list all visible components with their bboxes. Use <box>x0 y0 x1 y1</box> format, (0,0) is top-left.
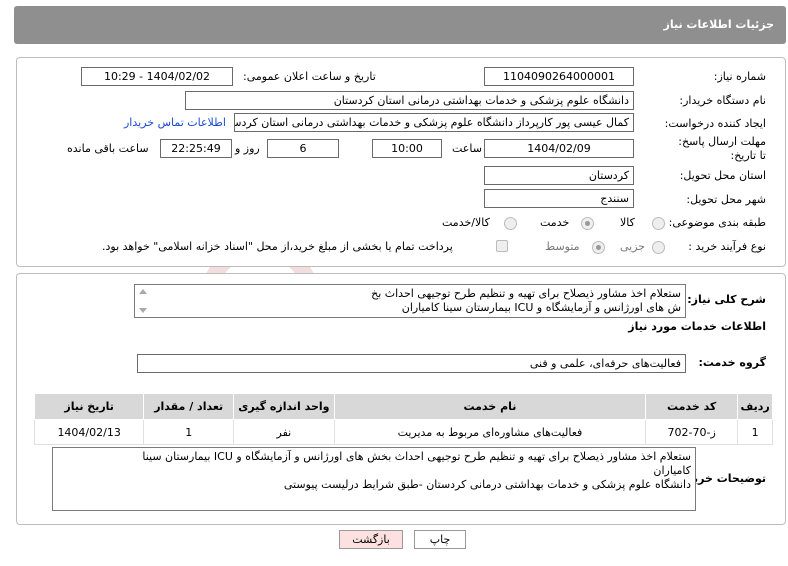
deadline-label: مهلت ارسال پاسخ: تا تاریخ: <box>678 135 766 162</box>
buyer-contact-link[interactable]: اطلاعات تماس خریدار <box>124 116 226 129</box>
services-table: ردیف کد خدمت نام خدمت واحد اندازه گیری ت… <box>33 393 773 445</box>
back-button[interactable]: بازگشت <box>339 530 403 549</box>
scroll-arrows-icon[interactable] <box>137 287 149 315</box>
deadline-time-field: 10:00 <box>372 139 442 158</box>
category-option-service: خدمت <box>540 216 570 229</box>
category-option-goods: کالا <box>620 216 635 229</box>
days-field: 6 <box>267 139 339 158</box>
need-number-field: 1104090264000001 <box>484 67 634 86</box>
creator-label: ایجاد کننده درخواست: <box>664 117 766 130</box>
treasury-note: پرداخت تمام یا بخشی از مبلغ خرید،از محل … <box>102 240 453 253</box>
service-group-label: گروه خدمت: <box>698 356 766 369</box>
province-label: استان محل تحویل: <box>679 169 766 182</box>
buyer-notes-line-1: ستعلام اخذ مشاور ذیصلاح برای تهیه و تنظی… <box>142 450 691 463</box>
buyer-notes-line-3: دانشگاه علوم پزشکی و خدمات بهداشتی درمان… <box>283 478 691 491</box>
cell-date: 1404/02/13 <box>33 419 145 445</box>
remaining-label: ساعت باقی مانده <box>67 142 149 155</box>
cell-unit: نفر <box>233 419 335 445</box>
col-date: تاریخ نیاز <box>33 393 145 420</box>
deadline-date-field: 1404/02/09 <box>484 139 634 158</box>
col-qty: تعداد / مقدار <box>143 393 235 420</box>
buyer-notes-line-2: کامیاران <box>653 464 691 477</box>
need-details-page: AriaTender.net جزئیات اطلاعات نیاز شماره… <box>0 0 788 566</box>
table-row: 1 ز-70-702 فعالیت‌های مشاوره‌ای مربوط به… <box>33 419 773 445</box>
process-radio-medium[interactable] <box>592 241 605 254</box>
creator-field: کمال عیسی پور کارپرداز دانشگاه علوم پزشک… <box>234 113 634 132</box>
summary-textarea[interactable]: ستعلام اخذ مشاور ذیصلاح برای تهیه و تنظی… <box>134 284 686 318</box>
print-button[interactable]: چاپ <box>414 530 466 549</box>
buyer-org-field: دانشگاه علوم پزشکی و خدمات بهداشتی درمان… <box>185 91 634 110</box>
announce-label: تاریخ و ساعت اعلان عمومی: <box>243 70 376 83</box>
process-radio-minor[interactable] <box>652 241 665 254</box>
col-name: نام خدمت <box>333 393 647 420</box>
cell-name: فعالیت‌های مشاوره‌ای مربوط به مدیریت <box>333 419 647 445</box>
announce-field: 1404/02/02 - 10:29 <box>81 67 233 86</box>
category-radio-service[interactable] <box>581 217 594 230</box>
summary-label: شرح کلی نیاز: <box>687 293 766 306</box>
category-label: طبقه بندی موضوعی: <box>668 216 766 229</box>
summary-line-2: ش های اورژانس و آزمایشگاه و ICU بیمارستا… <box>401 301 681 314</box>
services-section-title: اطلاعات خدمات مورد نیاز <box>628 320 766 333</box>
summary-line-1: ستعلام اخذ مشاور ذیصلاح برای تهیه و تنظی… <box>371 287 681 300</box>
days-label: روز و <box>235 142 260 155</box>
process-option-minor: جزیی <box>620 240 646 253</box>
city-field: سنندج <box>484 189 634 208</box>
need-number-label: شماره نیاز: <box>713 70 766 83</box>
page-header: جزئیات اطلاعات نیاز <box>14 6 786 44</box>
col-unit: واحد اندازه گیری <box>233 393 335 420</box>
city-label: شهر محل تحویل: <box>686 193 766 206</box>
buyer-org-label: نام دستگاه خریدار: <box>679 94 766 107</box>
process-label: نوع فرآیند خرید : <box>688 240 766 253</box>
treasury-checkbox[interactable] <box>496 240 508 252</box>
cell-index: 1 <box>737 419 773 445</box>
col-index: ردیف <box>737 393 773 420</box>
deadline-time-label: ساعت <box>452 142 482 155</box>
remaining-time-field: 22:25:49 <box>160 139 232 158</box>
buyer-notes-textarea[interactable]: ستعلام اخذ مشاور ذیصلاح برای تهیه و تنظی… <box>52 447 696 511</box>
cell-code: ز-70-702 <box>645 419 739 445</box>
province-field: کردستان <box>484 166 634 185</box>
process-option-medium: متوسط <box>545 240 580 253</box>
page-title: جزئیات اطلاعات نیاز <box>663 18 775 31</box>
category-option-both: کالا/خدمت <box>442 216 490 229</box>
category-radio-goods[interactable] <box>652 217 665 230</box>
col-code: کد خدمت <box>645 393 739 420</box>
services-table-header: ردیف کد خدمت نام خدمت واحد اندازه گیری ت… <box>33 393 773 420</box>
cell-qty: 1 <box>143 419 235 445</box>
category-radio-both[interactable] <box>504 217 517 230</box>
service-group-field: فعالیت‌های حرفه‌ای، علمی و فنی <box>137 354 686 373</box>
